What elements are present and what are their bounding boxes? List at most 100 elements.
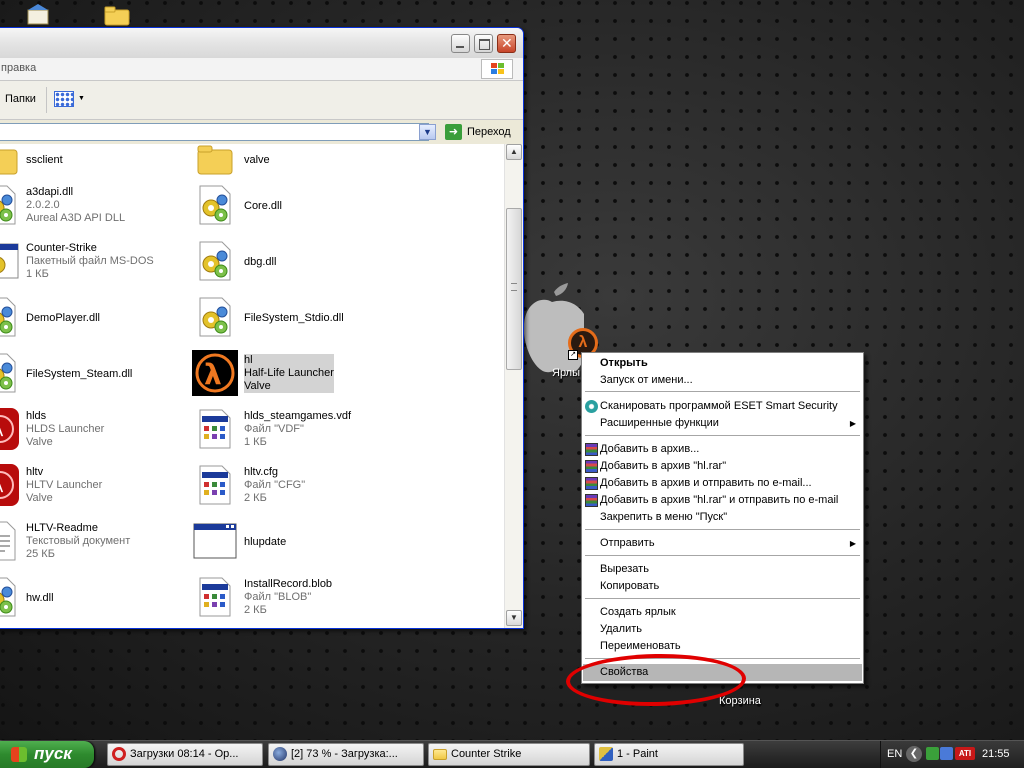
file-item[interactable]: hw.dll bbox=[0, 574, 177, 626]
file-text: hlupdate bbox=[244, 536, 286, 549]
file-description: Файл "CFG" bbox=[244, 479, 306, 491]
file-name: HLTV-Readme bbox=[26, 522, 98, 534]
file-detail: 1 КБ bbox=[244, 436, 267, 448]
task-counter-strike-folder[interactable]: Counter Strike bbox=[428, 743, 590, 766]
context-menu-item[interactable]: Создать ярлык bbox=[583, 604, 862, 621]
toolbar-separator bbox=[46, 87, 47, 113]
file-detail: Valve bbox=[26, 436, 53, 448]
address-bar: ▼ ➜ Переход bbox=[0, 120, 523, 144]
folders-button[interactable]: Папки bbox=[5, 93, 36, 105]
file-name: FileSystem_Stdio.dll bbox=[244, 312, 344, 324]
eset-icon bbox=[585, 400, 598, 413]
file-detail: 2 КБ bbox=[244, 604, 267, 616]
file-item[interactable]: DemoPlayer.dll bbox=[0, 294, 177, 346]
tray-arrow-button[interactable]: ❮ bbox=[906, 746, 922, 762]
task-opera-downloads[interactable]: Загрузки 08:14 - Op... bbox=[107, 743, 263, 766]
file-item[interactable]: InstallRecord.blob Файл "BLOB" 2 КБ bbox=[192, 574, 392, 626]
network-activity-icon[interactable] bbox=[940, 747, 953, 760]
views-button[interactable]: ▼ bbox=[52, 88, 88, 112]
menu-item-help[interactable]: правка bbox=[1, 62, 36, 74]
file-name: FileSystem_Steam.dll bbox=[26, 368, 133, 380]
menu-bar: правка bbox=[0, 58, 523, 81]
menu-item-label: Копировать bbox=[600, 580, 660, 592]
file-name: DemoPlayer.dll bbox=[26, 312, 100, 324]
dll-icon bbox=[0, 182, 23, 228]
file-item[interactable]: λ hl Half-Life Launcher Valve bbox=[192, 350, 392, 402]
dll-icon bbox=[0, 574, 23, 620]
context-menu-item[interactable]: Открыть bbox=[583, 355, 862, 372]
vertical-scrollbar[interactable]: ▲ ▼ bbox=[504, 144, 523, 628]
task-download-progress[interactable]: [2] 73 % - Загрузка:... bbox=[268, 743, 424, 766]
start-button[interactable]: пуск bbox=[0, 741, 94, 768]
dll-shape bbox=[0, 577, 16, 617]
context-menu-item[interactable]: Вырезать bbox=[583, 561, 862, 578]
dll-shape bbox=[0, 185, 16, 225]
go-arrow-icon[interactable]: ➜ bbox=[445, 124, 462, 140]
file-item[interactable]: HLTV-Readme Текстовый документ 25 КБ bbox=[0, 518, 177, 570]
desktop-icon-envelope[interactable] bbox=[26, 4, 50, 26]
system-tray: EN ❮ ATI 21:55 bbox=[880, 741, 1024, 768]
ati-icon[interactable]: ATI bbox=[955, 747, 975, 760]
winrar-icon bbox=[585, 443, 598, 456]
address-dropdown-button[interactable]: ▼ bbox=[419, 124, 436, 140]
context-menu-item[interactable]: Удалить bbox=[583, 621, 862, 638]
file-item[interactable]: λ hltvHLTV LauncherValve bbox=[0, 462, 177, 514]
file-item[interactable]: FileSystem_Steam.dll bbox=[0, 350, 177, 402]
folder-shape bbox=[0, 149, 18, 175]
address-input[interactable] bbox=[0, 123, 429, 141]
file-text: a3dapi.dll 2.0.2.0 Aureal A3D API DLL bbox=[26, 186, 125, 225]
scroll-down-button[interactable]: ▼ bbox=[506, 610, 522, 626]
file-detail: 1 КБ bbox=[26, 268, 49, 280]
go-button-label[interactable]: Переход bbox=[467, 126, 511, 138]
file-text: hl Half-Life Launcher Valve bbox=[244, 354, 334, 393]
file-item[interactable]: FileSystem_Stdio.dll bbox=[192, 294, 392, 346]
file-item[interactable]: a3dapi.dll 2.0.2.0 Aureal A3D API DLL bbox=[0, 182, 177, 234]
context-menu-item[interactable]: Запуск от имени... bbox=[583, 372, 862, 389]
file-item[interactable]: Core.dll bbox=[192, 182, 392, 234]
file-item[interactable]: hlupdate bbox=[192, 518, 392, 570]
window-shape bbox=[193, 523, 237, 559]
file-item[interactable]: Counter-Strike Пакетный файл MS-DOS 1 КБ bbox=[0, 238, 177, 290]
context-menu-item[interactable]: Переименовать bbox=[583, 638, 862, 655]
file-item[interactable]: hlds_steamgames.vdf Файл "VDF" 1 КБ bbox=[192, 406, 392, 458]
file-text: valve bbox=[244, 154, 270, 167]
maximize-button[interactable] bbox=[474, 34, 493, 53]
menu-separator bbox=[585, 435, 860, 436]
file-item[interactable]: hltv.cfg Файл "CFG" 2 КБ bbox=[192, 462, 392, 514]
file-text: InstallRecord.blob Файл "BLOB" 2 КБ bbox=[244, 578, 332, 617]
opera-icon bbox=[112, 747, 126, 761]
desktop-shortcut-label: Ярлы bbox=[552, 367, 581, 379]
app-window-icon bbox=[192, 518, 238, 564]
dll-icon bbox=[192, 238, 238, 284]
file-item[interactable]: dbg.dll bbox=[192, 238, 392, 290]
launcher-shape: λ bbox=[0, 408, 19, 450]
file-item[interactable]: λ hldsHLDS LauncherValve bbox=[0, 406, 177, 458]
maximize-icon bbox=[479, 39, 490, 50]
task-paint[interactable]: 1 - Paint bbox=[594, 743, 744, 766]
window-titlebar[interactable]: ✕ bbox=[0, 28, 523, 58]
windows-logo-icon bbox=[481, 59, 513, 79]
menu-item-label: Расширенные функции bbox=[600, 417, 719, 429]
desktop-icon-folder[interactable] bbox=[104, 6, 130, 26]
context-menu-item[interactable]: Копировать bbox=[583, 578, 862, 595]
context-menu-item[interactable]: Добавить в архив... bbox=[583, 441, 862, 458]
context-menu-item[interactable]: Сканировать программой ESET Smart Securi… bbox=[583, 398, 862, 415]
context-menu-item[interactable]: Добавить в архив "hl.rar" bbox=[583, 458, 862, 475]
context-menu-item[interactable]: Добавить в архив "hl.rar" и отправить по… bbox=[583, 492, 862, 509]
network-icon[interactable] bbox=[926, 747, 939, 760]
file-text: dbg.dll bbox=[244, 256, 276, 269]
globe-icon bbox=[273, 747, 287, 761]
context-menu-item[interactable]: Добавить в архив и отправить по e-mail..… bbox=[583, 475, 862, 492]
context-menu-item[interactable]: Расширенные функции ▶ bbox=[583, 415, 862, 432]
hlds-icon: λ bbox=[0, 406, 23, 452]
context-menu-item[interactable]: Отправить ▶ bbox=[583, 535, 862, 552]
svg-text:λ: λ bbox=[0, 420, 4, 441]
minimize-button[interactable] bbox=[451, 34, 470, 53]
scroll-thumb[interactable] bbox=[506, 208, 522, 370]
context-menu-item[interactable]: Закрепить в меню "Пуск" bbox=[583, 509, 862, 526]
language-indicator[interactable]: EN bbox=[887, 748, 902, 760]
close-button[interactable]: ✕ bbox=[497, 34, 516, 53]
file-name: Core.dll bbox=[244, 200, 282, 212]
menu-item-label: Вырезать bbox=[600, 563, 649, 575]
scroll-up-button[interactable]: ▲ bbox=[506, 144, 522, 160]
